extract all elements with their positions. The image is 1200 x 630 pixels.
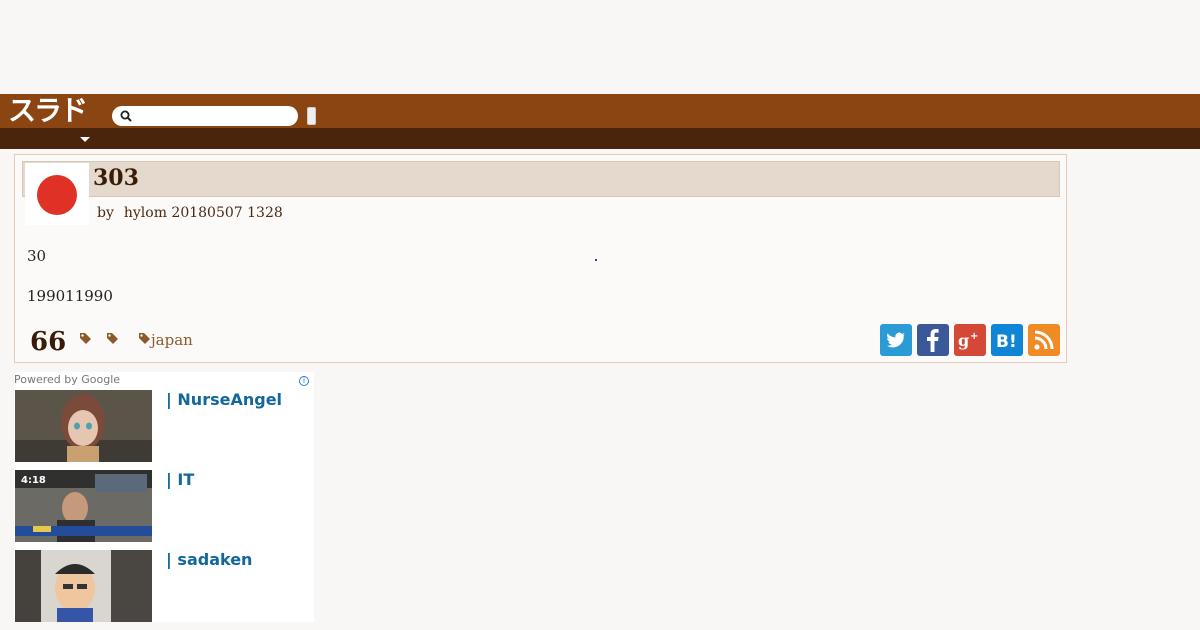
by-label: by [97,205,114,221]
tag-item[interactable]: japan [138,331,193,349]
tag-label: japan [151,331,193,349]
powered-by-google: Powered by Google [14,373,121,386]
inline-link-dot[interactable] [595,259,597,261]
twitter-icon[interactable] [880,324,912,356]
article-paragraph: 30 [27,247,47,265]
article-title-bar [22,161,1060,197]
tag-item[interactable] [106,331,119,349]
rss-icon[interactable] [1028,324,1060,356]
site-logo[interactable]: スラド [8,96,88,126]
comment-count[interactable]: 66 [30,326,66,358]
tag-icon [80,333,91,344]
svg-text:g: g [958,331,969,350]
japan-flag-icon[interactable] [25,163,89,225]
article-paragraph: 199011990 [27,287,113,305]
search-icon [120,110,132,122]
tag-icon [139,333,150,344]
tag-item[interactable] [79,331,92,349]
ad-thumbnail-news-man[interactable]: 4:18 [15,470,152,542]
article-title[interactable]: 303 [93,165,139,191]
ad-thumbnail-manga-cover[interactable] [15,550,152,622]
ad-info-icon[interactable]: i [299,376,309,386]
chevron-down-icon[interactable] [80,137,90,142]
ad-title[interactable]: | sadaken [166,550,252,570]
google-plus-icon[interactable]: g + [954,324,986,356]
ad-thumbnail-anime-girl[interactable] [15,390,152,462]
svg-text:+: + [970,331,978,342]
svg-text:4:18: 4:18 [21,475,46,486]
author-date[interactable]: hylom 20180507 1328 [124,205,283,221]
facebook-icon[interactable] [917,324,949,356]
ad-title[interactable]: | NurseAngel [166,390,282,410]
search-field[interactable] [138,108,292,125]
search-input[interactable] [112,106,298,126]
svg-text:B!: B! [996,332,1017,352]
ad-title[interactable]: | IT [166,470,194,490]
hatena-bookmark-icon[interactable]: B! [991,324,1023,356]
sub-navigation-bar [0,128,1200,149]
search-button[interactable] [307,107,316,125]
article-byline: by hylom 20180507 1328 [97,204,283,222]
tag-icon [107,333,118,344]
